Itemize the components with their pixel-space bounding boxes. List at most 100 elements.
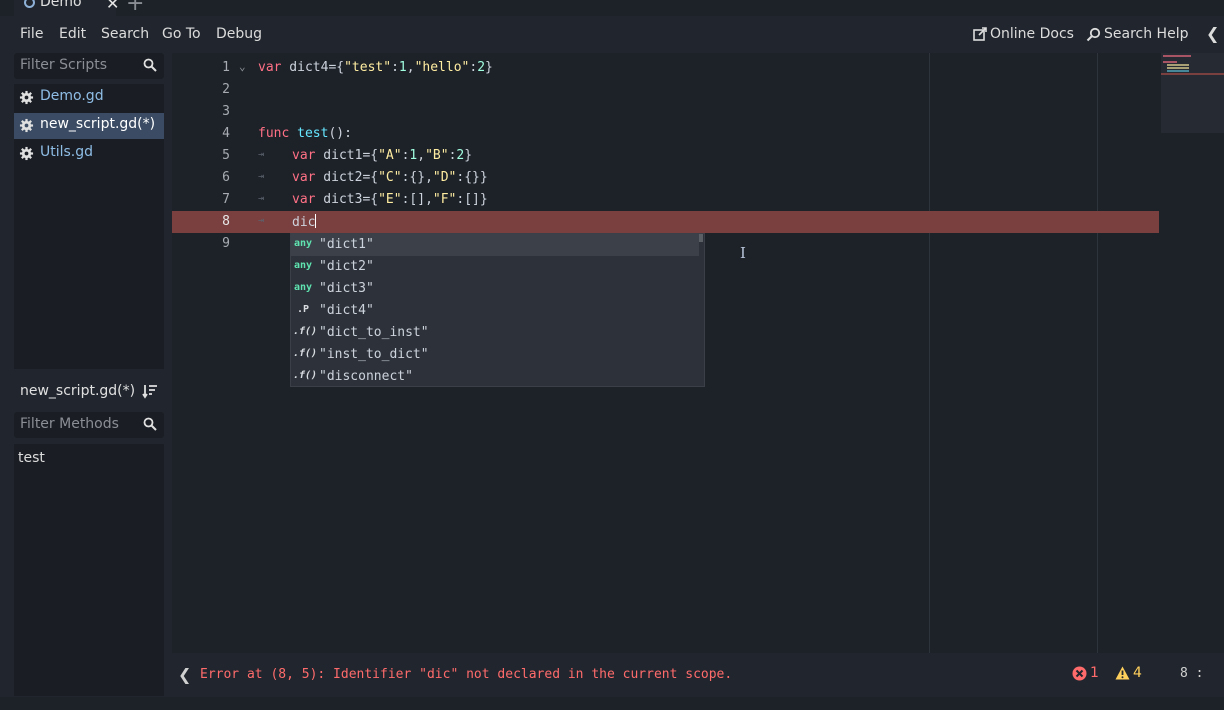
error-count-button[interactable]: 1 [1072,665,1099,681]
line-number: 3 [222,104,230,119]
autocomplete-item[interactable]: any "dict3" [291,278,699,300]
online-docs-button[interactable]: Online Docs [973,26,1074,42]
search-help-button[interactable]: Search Help [1086,26,1188,42]
line-number: 7 [222,192,230,207]
line-number: 2 [222,82,230,97]
autocomplete-label: "dict3" [319,281,374,296]
tab-demo[interactable]: Demo ✕ [14,0,119,16]
autocomplete-item[interactable]: any "dict2" [291,256,699,278]
autocomplete-item[interactable]: any "dict1" [291,234,699,256]
sort-icon[interactable] [142,383,158,399]
autocomplete-label: "dict1" [319,237,374,252]
add-tab-button[interactable]: + [126,0,144,16]
script-item-utils[interactable]: Utils.gd [14,141,164,167]
online-docs-label: Online Docs [990,26,1074,42]
autocomplete-label: "dict2" [319,259,374,274]
cursor-position: 8 : [1180,666,1204,681]
code-line: 3 [172,101,1159,123]
line-number: 4 [222,126,230,141]
warning-count: 4 [1133,665,1142,681]
code-text: var dict1={"A":1,"B":2} [292,148,473,163]
filter-scripts-input[interactable]: Filter Scripts [14,53,164,79]
tab-indent-icon: ⇥ [258,193,265,204]
warning-count-button[interactable]: 4 [1115,665,1142,681]
error-count: 1 [1090,665,1099,681]
script-name: Demo.gd [40,88,104,104]
autocomplete-label: "disconnect" [319,369,413,384]
variant-type-icon: any [293,238,313,249]
code-line: 6 ⇥ var dict2={"C":{},"D":{}} [172,167,1159,189]
script-panel: Filter Scripts Demo.gd new_script.gd(*) … [0,53,172,710]
autocomplete-popup: any "dict1" any "dict2" any "dict3" .P "… [290,233,705,387]
warning-icon [1115,666,1130,680]
line-number: 1 [222,60,230,75]
code-text: var dict2={"C":{},"D":{}} [292,170,488,185]
code-text: dic [292,214,317,230]
code-line: 7 ⇥ var dict3={"E":[],"F":[]} [172,189,1159,211]
mouse-ibeam-icon: I [740,244,746,262]
line-number: 5 [222,148,230,163]
code-text: var dict3={"E":[],"F":[]} [292,192,488,207]
tab-strip: Demo ✕ + [0,0,1224,16]
search-icon [143,417,157,431]
close-icon[interactable]: ✕ [106,0,119,13]
method-item-test[interactable]: test [18,450,45,466]
autocomplete-item[interactable]: .f() "disconnect" [291,366,699,388]
tab-indent-icon: ⇥ [258,171,265,182]
script-item-demo[interactable]: Demo.gd [14,85,164,111]
line-number: 9 [222,236,230,251]
code-line: 5 ⇥ var dict1={"A":1,"B":2} [172,145,1159,167]
autocomplete-label: "dict_to_inst" [319,325,429,340]
menu-edit[interactable]: Edit [59,26,86,42]
status-bar: ❮ Error at (8, 5): Identifier "dic" not … [172,653,1224,697]
scripts-list: Demo.gd new_script.gd(*) Utils.gd [14,84,164,369]
filter-scripts-placeholder: Filter Scripts [20,57,108,73]
gear-icon [19,90,34,105]
filter-methods-input[interactable]: Filter Methods [14,412,164,438]
autocomplete-item[interactable]: .P "dict4" [291,300,699,322]
autocomplete-item[interactable]: .f() "dict_to_inst" [291,322,699,344]
filter-methods-placeholder: Filter Methods [20,416,119,432]
error-icon [1072,666,1087,680]
autocomplete-label: "inst_to_dict" [319,347,429,362]
tab-indent-icon: ⇥ [258,215,265,226]
external-link-icon [973,27,987,41]
function-icon: .f() [293,326,318,337]
error-message[interactable]: Error at (8, 5): Identifier "dic" not de… [200,667,732,682]
menu-bar: File Edit Search Go To Debug Online Docs… [0,16,1224,53]
function-icon: .f() [293,370,318,381]
text-caret [315,214,317,228]
function-icon: .f() [293,348,318,359]
script-item-new-script[interactable]: new_script.gd(*) [14,113,164,139]
methods-list: test [14,444,164,696]
menu-go-to[interactable]: Go To [162,26,201,42]
gear-icon [19,118,34,133]
menu-debug[interactable]: Debug [216,26,262,42]
autocomplete-label: "dict4" [319,303,374,318]
chevron-left-icon[interactable]: ❮ [178,665,191,684]
variant-type-icon: any [293,260,313,271]
variant-type-icon: any [293,282,313,293]
minimap[interactable] [1161,53,1224,133]
current-script-label: new_script.gd(*) [20,383,136,399]
code-line: 1 ⌄ var dict4={"test":1,"hello":2} [172,57,1159,79]
menu-file[interactable]: File [20,26,43,42]
bottom-edge [0,697,1224,710]
menu-search[interactable]: Search [101,26,149,42]
code-line: 2 [172,79,1159,101]
gear-icon [19,146,34,161]
code-text: var dict4={"test":1,"hello":2} [258,60,493,75]
search-icon [143,58,157,72]
autocomplete-item[interactable]: .f() "inst_to_dict" [291,344,699,366]
scene-icon [24,0,35,8]
chevron-left-icon[interactable]: ❮ [1206,24,1219,43]
tab-indent-icon: ⇥ [258,149,265,160]
tab-label: Demo [40,0,82,10]
script-name: new_script.gd(*) [40,116,156,132]
help-search-icon [1086,27,1101,41]
property-icon: .P [296,304,310,315]
script-name: Utils.gd [40,144,94,160]
line-number: 8 [222,214,230,229]
fold-arrow-icon[interactable]: ⌄ [239,60,246,73]
code-line-error: 8 ⇥ dic [172,211,1159,233]
